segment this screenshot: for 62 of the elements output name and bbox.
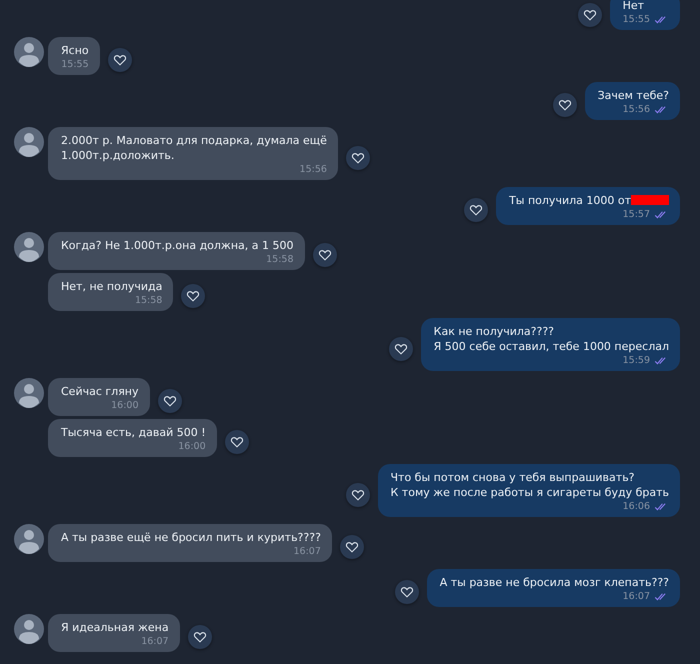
message-time: 16:07 — [622, 590, 650, 603]
heart-icon — [394, 342, 408, 356]
message-text: Я идеальная жена — [61, 621, 169, 634]
heart-icon — [318, 248, 332, 262]
message-time: 16:00 — [111, 399, 139, 412]
message-time: 15:58 — [134, 294, 162, 307]
heart-icon — [230, 435, 244, 449]
message-text: Ты получила 1000 от — [509, 193, 631, 208]
message-text: Зачем тебе? — [598, 88, 669, 103]
message-time: 15:55 — [622, 13, 650, 26]
message-text: 2.000т р. Маловато для подарка, думала ещё 1.000т.р.доложить. — [61, 134, 327, 162]
heart-icon — [344, 540, 359, 554]
like-button[interactable] — [224, 430, 249, 454]
avatar-icon[interactable] — [14, 524, 44, 554]
message-text: Как не получила???? Я 500 себе оставил, тебе 1000 переслал — [434, 324, 669, 354]
message-text: Нет — [622, 0, 644, 13]
like-button[interactable] — [108, 48, 132, 72]
message-text: Нет, не получида — [61, 280, 162, 293]
heart-icon — [469, 203, 484, 217]
message-text: А ты разве не бросила мозг клепать??? — [440, 575, 669, 590]
heart-icon — [582, 8, 597, 22]
message-time: 15:58 — [266, 253, 294, 266]
heart-icon — [162, 394, 177, 408]
avatar-icon[interactable] — [14, 614, 44, 644]
message-time: 15:55 — [61, 58, 89, 71]
like-button[interactable] — [394, 580, 419, 604]
like-button[interactable] — [158, 389, 182, 413]
message-time: 16:00 — [178, 440, 206, 453]
like-button[interactable] — [578, 3, 602, 27]
like-button[interactable] — [181, 284, 206, 308]
avatar-icon[interactable] — [14, 127, 44, 157]
message-time: 16:07 — [141, 635, 169, 648]
heart-icon — [186, 289, 200, 303]
avatar-icon[interactable] — [14, 378, 44, 408]
heart-icon — [558, 98, 572, 112]
like-button[interactable] — [340, 535, 364, 559]
message-time: 15:56 — [622, 103, 650, 116]
message-time: 15:57 — [622, 208, 650, 221]
message-text: А ты разве ещё не бросил пить и курить???? — [61, 531, 321, 544]
message-text: Что бы потом снова у тебя выпрашивать? К тому же после работы я сигареты буду брать — [390, 470, 669, 500]
heart-icon — [192, 630, 207, 644]
like-button[interactable] — [312, 243, 336, 267]
message-time: 16:06 — [622, 500, 650, 513]
like-button[interactable] — [346, 482, 370, 506]
avatar-icon[interactable] — [14, 232, 44, 262]
like-button[interactable] — [464, 198, 488, 222]
message-text: Сейчас гляну — [61, 385, 139, 398]
message-text: Тысяча есть, давай 500 ! — [61, 426, 206, 439]
heart-icon — [350, 488, 364, 502]
message-text: Когда? Не 1.000т.р.она должна, а 1 500 — [61, 239, 294, 252]
message-text: Ясно — [61, 44, 89, 57]
like-button[interactable] — [346, 146, 370, 170]
message-time: 16:07 — [294, 545, 321, 558]
avatar-icon[interactable] — [14, 37, 44, 67]
like-button[interactable] — [388, 336, 413, 360]
message-time: 15:56 — [300, 163, 327, 176]
message-time: 15:59 — [622, 354, 650, 367]
like-button[interactable] — [552, 93, 577, 117]
like-button[interactable] — [188, 625, 212, 649]
heart-icon — [350, 150, 365, 164]
heart-icon — [400, 585, 414, 599]
heart-icon — [112, 53, 127, 67]
